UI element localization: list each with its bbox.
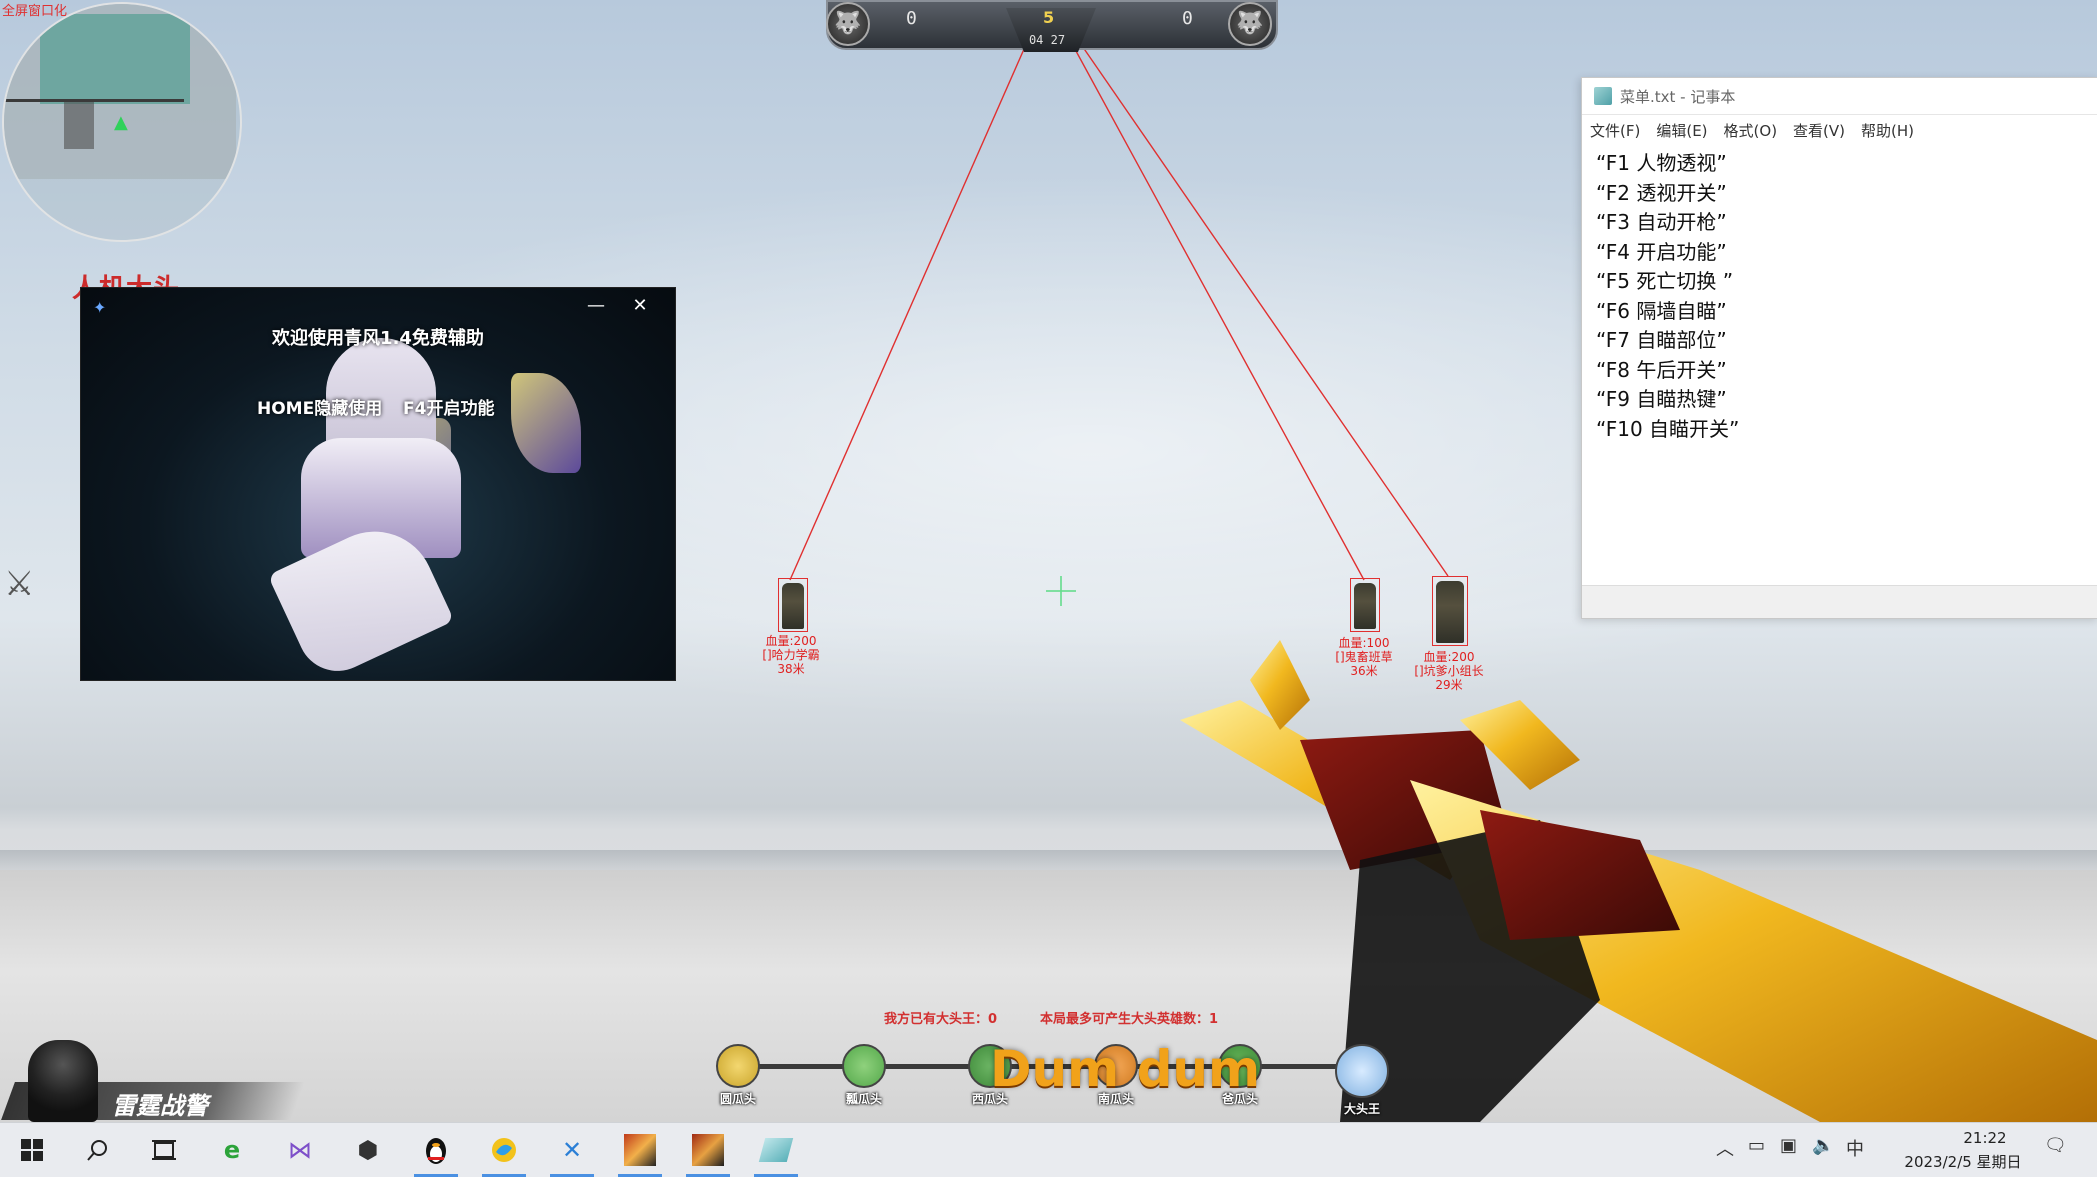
battery-icon[interactable]: ▭	[1748, 1135, 1765, 1156]
text-line: “F7 自瞄部位”	[1596, 328, 1727, 352]
notepad-titlebar[interactable]: 菜单.txt - 记事本	[1582, 78, 2097, 115]
minimap: ▲	[2, 2, 242, 242]
game-app-icon[interactable]	[620, 1130, 660, 1170]
notification-icon[interactable]: 🗨	[2044, 1135, 2067, 1156]
enemy-box	[778, 578, 808, 632]
text-line: “F9 自瞄热键”	[1596, 387, 1727, 411]
text-line: “F5 死亡切换 ”	[1596, 269, 1734, 293]
notepad-title: 菜单.txt - 记事本	[1620, 87, 1736, 106]
rank-item: 圆瓜头	[703, 1044, 773, 1107]
brand-text: Dum dum	[990, 1040, 1261, 1098]
close-button[interactable]: ✕	[627, 294, 653, 318]
task-view-icon[interactable]	[144, 1130, 184, 1170]
esp-line-2	[1069, 39, 1365, 581]
volume-icon[interactable]: 🔈	[1812, 1135, 1834, 1156]
qq-browser-icon[interactable]	[484, 1130, 524, 1170]
weapon-slot-icon: ⚔	[4, 564, 35, 604]
player-name: 雷霆战警	[112, 1092, 208, 1120]
feather-app-icon[interactable]: ✕	[552, 1130, 592, 1170]
3d-box-icon[interactable]: ⬢	[348, 1130, 388, 1170]
taskbar: e ⋈ ⬢ ✕ ︿ ▭ ▣ 🔈 中 21:22 2023/2/5 星期日 🗨	[0, 1122, 2097, 1177]
player-arrow-icon: ▲	[114, 112, 128, 133]
window-mode-label: 全屏窗口化	[2, 4, 68, 19]
menu-help[interactable]: 帮助(H)	[1861, 120, 1914, 141]
esp-line-3	[1077, 39, 1449, 577]
bird-icon: ✦	[93, 298, 107, 317]
notepad-app-icon[interactable]	[756, 1130, 796, 1170]
network-icon[interactable]: ▣	[1780, 1135, 1797, 1156]
max-hero-count: 本局最多可产生大头英雄数：1	[1040, 1012, 1219, 1027]
crosshair-icon	[1046, 576, 1076, 606]
windows-start-icon[interactable]	[12, 1130, 52, 1170]
ie-browser-icon[interactable]: e	[212, 1130, 252, 1170]
menu-file[interactable]: 文件(F)	[1590, 120, 1640, 141]
game-app-2-icon[interactable]	[688, 1130, 728, 1170]
notepad-icon	[1594, 87, 1612, 105]
anime-character-art	[231, 318, 531, 680]
wolf-emblem-icon: 🐺	[1228, 2, 1272, 46]
wolf-emblem-icon: 🐺	[826, 2, 870, 46]
menu-format[interactable]: 格式(O)	[1724, 120, 1778, 141]
minimize-button[interactable]: —	[583, 294, 609, 318]
enemy-box	[1432, 576, 1468, 646]
clock-time[interactable]: 21:22	[1930, 1129, 2040, 1147]
rank-item: 瓢瓜头	[829, 1044, 899, 1107]
clock-date[interactable]: 2023/2/5 星期日	[1878, 1151, 2048, 1172]
text-line: “F8 午后开关”	[1596, 357, 1727, 382]
notepad-menubar: 文件(F) 编辑(E) 格式(O) 查看(V) 帮助(H)	[1582, 115, 2097, 145]
enemy-info: 血量:200 []哈力学霸 38米	[731, 634, 851, 676]
player-avatar	[28, 1040, 98, 1122]
text-line: “F3 自动开枪”	[1596, 210, 1727, 234]
cheat-popup-window[interactable]: ✦ — ✕ 欢迎使用青风1.4免费辅助 HOME隐藏使用 F4开启功能	[80, 287, 676, 681]
enemy-box	[1350, 578, 1380, 632]
notepad-text-area[interactable]: “F1 人物透视” “F2 透视开关” “F3 自动开枪” “F4 开启功能” …	[1582, 145, 2097, 448]
visual-studio-icon[interactable]: ⋈	[280, 1130, 320, 1170]
enemy-name: []哈力学霸	[762, 648, 820, 662]
text-line: “F10 自瞄开关”	[1596, 416, 1740, 441]
text-line: “F1 人物透视”	[1596, 151, 1727, 175]
hide-hint: HOME隐藏使用	[257, 399, 383, 419]
notepad-window[interactable]: 菜单.txt - 记事本 文件(F) 编辑(E) 格式(O) 查看(V) 帮助(…	[1581, 77, 2097, 619]
search-icon[interactable]	[78, 1130, 118, 1170]
text-line: “F6 隔墙自瞄”	[1596, 298, 1727, 323]
ime-indicator[interactable]: 中	[1846, 1135, 1864, 1161]
enemy-distance: 38米	[777, 662, 805, 676]
rank-item: 大头王	[1327, 1044, 1397, 1117]
text-line: “F2 透视开关”	[1596, 180, 1727, 205]
round-number: 5	[1043, 8, 1055, 27]
esp-line-1	[789, 39, 1029, 581]
notepad-statusbar	[1582, 585, 2097, 618]
player-badge: 雷霆战警	[0, 1040, 305, 1122]
score-right: 0	[1182, 8, 1193, 29]
score-left: 0	[906, 8, 917, 29]
enable-hint: F4开启功能	[403, 399, 495, 419]
round-timer: 04 27	[1028, 33, 1066, 47]
menu-edit[interactable]: 编辑(E)	[1656, 120, 1707, 141]
team-king-count: 我方已有大头王：0	[884, 1012, 998, 1027]
popup-title: 欢迎使用青风1.4免费辅助	[272, 328, 484, 349]
chevron-up-icon[interactable]: ︿	[1716, 1135, 1734, 1161]
text-line: “F4 开启功能”	[1596, 239, 1727, 264]
menu-view[interactable]: 查看(V)	[1793, 120, 1845, 141]
golden-rifle	[1180, 640, 2097, 1122]
qq-penguin-icon[interactable]	[416, 1130, 456, 1170]
enemy-hp: 血量:200	[765, 634, 817, 648]
